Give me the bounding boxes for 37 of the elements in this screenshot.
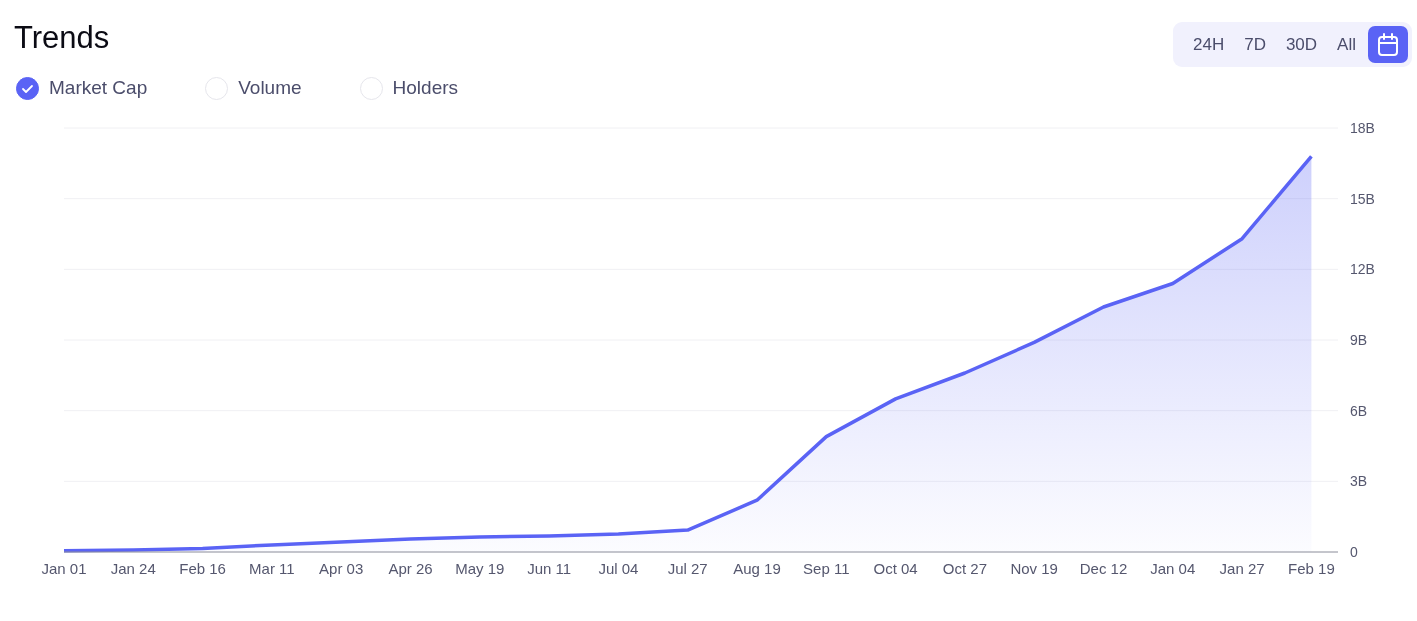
x-axis-label: Feb 19 (1288, 559, 1335, 577)
checkbox[interactable] (16, 76, 39, 100)
y-axis-label: 15B (1350, 190, 1375, 207)
metric-toggle[interactable]: Volume (205, 74, 302, 103)
time-range-tab[interactable]: 24H (1185, 27, 1233, 62)
x-axis-label: Apr 03 (319, 559, 364, 577)
y-axis-label: 3B (1350, 472, 1368, 489)
x-axis-label: Jan 04 (1150, 559, 1196, 577)
x-axis-label: Jan 27 (1219, 559, 1265, 577)
calendar-icon (1377, 32, 1399, 57)
x-axis-label: Sep 11 (803, 559, 850, 577)
section-title: Trends (14, 22, 111, 53)
metric-toggle[interactable]: Market Cap (16, 74, 148, 103)
x-axis-label: Jul 04 (598, 559, 639, 577)
x-axis-label: Jan 24 (110, 559, 156, 577)
calendar-button[interactable] (1368, 26, 1408, 63)
metric-toggle[interactable]: Holders (359, 74, 459, 103)
x-axis-label: Oct 04 (873, 559, 918, 577)
x-axis-label: Jan 01 (41, 559, 87, 577)
x-axis-label: Feb 16 (179, 559, 226, 577)
x-axis-label: Oct 27 (942, 559, 987, 577)
x-axis-label: Nov 19 (1010, 559, 1058, 577)
time-range-tab[interactable]: 30D (1277, 27, 1326, 62)
x-axis-label: Jun 11 (527, 559, 572, 577)
x-axis-label: Aug 19 (733, 559, 781, 577)
y-axis-label: 6B (1350, 402, 1368, 419)
x-axis-label: Jul 27 (667, 559, 708, 577)
time-range-tab[interactable]: 7D (1236, 27, 1274, 62)
x-axis-label: Apr 26 (388, 559, 433, 577)
y-axis-label: 0 (1350, 543, 1358, 560)
y-axis-label: 9B (1350, 331, 1368, 348)
x-axis-label: Dec 12 (1079, 559, 1128, 577)
y-axis-label: 12B (1350, 260, 1375, 277)
time-range-tab[interactable]: All (1329, 27, 1364, 62)
y-axis-label: 18B (1350, 119, 1375, 136)
x-axis-label: May 19 (455, 559, 505, 577)
x-axis-label: Mar 11 (249, 559, 295, 577)
